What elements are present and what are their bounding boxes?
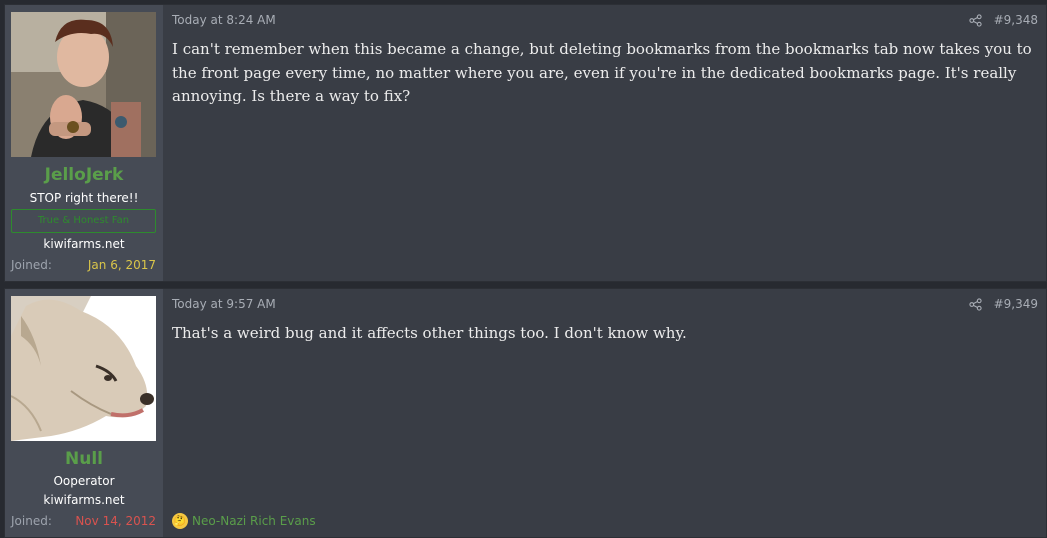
post-date[interactable]: Today at 8:24 AM — [172, 13, 276, 27]
joined-date: Nov 14, 2012 — [75, 514, 156, 528]
joined-date: Jan 6, 2017 — [87, 258, 156, 272]
avatar[interactable] — [11, 12, 156, 157]
user-title: Ooperator — [53, 474, 115, 488]
reactions-bar[interactable]: 🤔 Neo-Nazi Rich Evans — [172, 513, 316, 529]
avatar-woman-photo — [11, 12, 156, 157]
post-content: Today at 8:24 AM #9,348 I can't remember… — [163, 5, 1046, 281]
user-banner: True & Honest Fan — [11, 209, 156, 233]
post-number[interactable]: #9,348 — [994, 13, 1038, 27]
user-site: kiwifarms.net — [43, 237, 125, 251]
username[interactable]: JelloJerk — [5, 165, 163, 185]
joined-label: Joined: — [11, 258, 52, 272]
reaction-users[interactable]: Neo-Nazi Rich Evans — [192, 514, 316, 528]
post: JelloJerk STOP right there!! True & Hone… — [4, 4, 1047, 282]
post-message: I can't remember when this became a chan… — [172, 40, 1032, 105]
post-actions: #9,349 — [968, 297, 1038, 311]
user-title: STOP right there!! — [29, 191, 139, 205]
post-number[interactable]: #9,349 — [994, 297, 1038, 311]
post-message: That's a weird bug and it affects other … — [172, 324, 687, 342]
user-info: Null Ooperator kiwifarms.net Joined: Nov… — [5, 289, 163, 537]
user-site: kiwifarms.net — [43, 493, 125, 507]
share-icon[interactable] — [968, 297, 982, 311]
post: Null Ooperator kiwifarms.net Joined: Nov… — [4, 288, 1047, 538]
thinking-emoji-icon: 🤔 — [172, 513, 188, 529]
post-actions: #9,348 — [968, 13, 1038, 27]
post-content: Today at 9:57 AM #9,349 That's a weird b… — [163, 289, 1046, 537]
user-info: JelloJerk STOP right there!! True & Hone… — [5, 5, 163, 281]
joined-label: Joined: — [11, 514, 52, 528]
post-date[interactable]: Today at 9:57 AM — [172, 297, 276, 311]
share-icon[interactable] — [968, 13, 982, 27]
avatar-dog-drawing — [11, 296, 156, 441]
avatar[interactable] — [11, 296, 156, 441]
username[interactable]: Null — [5, 449, 163, 469]
